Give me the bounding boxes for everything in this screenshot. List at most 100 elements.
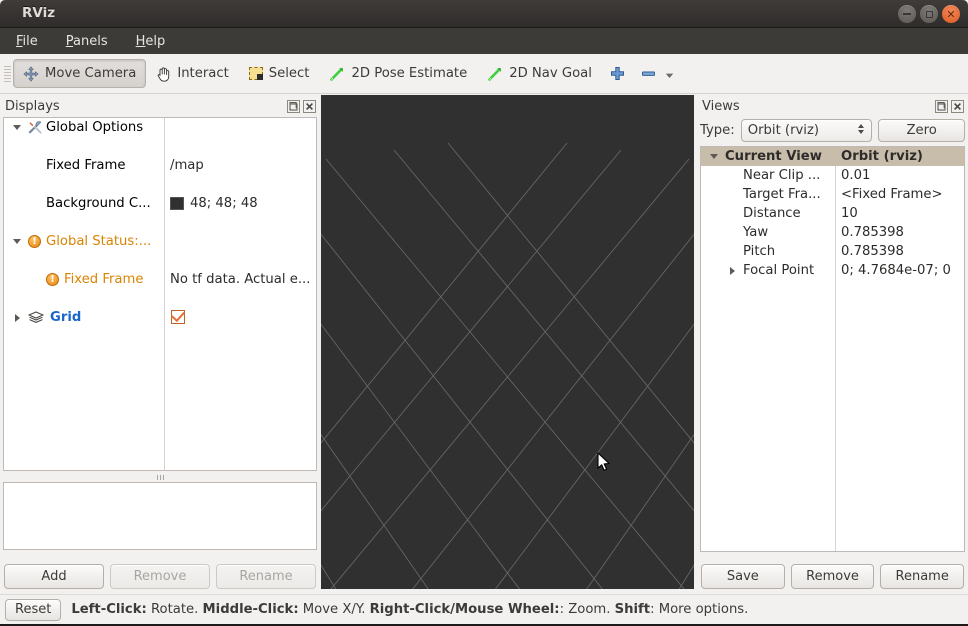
display-row-fixed-frame[interactable]: Fixed Frame /map — [4, 156, 316, 175]
save-view-button[interactable]: Save — [701, 564, 785, 589]
view-row-target-frame[interactable]: Target Fra... <Fixed Frame> — [701, 185, 964, 204]
close-button[interactable]: ✕ — [942, 5, 960, 23]
views-tree[interactable]: Current View Orbit (rviz) Near Clip ... … — [700, 146, 965, 552]
view-type-row: Type: Orbit (rviz) Zero — [700, 117, 965, 143]
views-close-icon[interactable] — [951, 100, 964, 113]
zero-view-button[interactable]: Zero — [878, 119, 965, 142]
displays-splitter-handle[interactable] — [3, 474, 317, 481]
maximize-button[interactable] — [920, 5, 938, 23]
status-bar: Reset Left-Click: Rotate. Middle-Click: … — [0, 594, 968, 624]
display-label-grid: Grid — [50, 310, 81, 325]
display-label-global-options: Global Options — [46, 120, 143, 135]
displays-close-icon[interactable] — [303, 100, 316, 113]
expander-down-icon[interactable] — [13, 125, 21, 130]
displays-panel-header: Displays — [0, 95, 320, 117]
rviz-window: RViz ✕ File Panels Help Move Camera — [0, 0, 968, 626]
tool-remove-tool[interactable] — [633, 59, 682, 88]
add-display-button[interactable]: Add — [4, 564, 104, 589]
display-label-background-color: Background C... — [46, 196, 151, 211]
expander-right-icon[interactable] — [730, 267, 735, 275]
display-value-fixed-frame[interactable]: /map — [170, 158, 204, 173]
view-row-distance[interactable]: Distance 10 — [701, 204, 964, 223]
views-panel-title: Views — [702, 99, 740, 114]
hint-key-left-click: Left-Click: — [71, 602, 146, 617]
hint-text-shift: : More options. — [650, 602, 748, 617]
tool-select-label: Select — [269, 66, 310, 81]
view-row-yaw[interactable]: Yaw 0.785398 — [701, 223, 964, 242]
minus-icon — [641, 66, 656, 81]
background-color-swatch[interactable] — [170, 197, 184, 210]
menu-panels[interactable]: Panels — [62, 32, 112, 51]
displays-description-pane — [3, 482, 317, 550]
view-type-combobox[interactable]: Orbit (rviz) — [741, 119, 873, 142]
view-label-near-clip: Near Clip ... — [743, 168, 820, 183]
view-value-distance[interactable]: 10 — [841, 206, 858, 221]
view-value-pitch[interactable]: 0.785398 — [841, 244, 904, 259]
display-label-fixed-frame: Fixed Frame — [46, 158, 125, 173]
view-row-focal-point[interactable]: Focal Point 0; 4.7684e-07; 0 — [701, 261, 964, 280]
menu-file[interactable]: File — [12, 32, 42, 51]
menu-help[interactable]: Help — [132, 32, 170, 51]
3d-render-viewport[interactable] — [321, 95, 694, 589]
minimize-button[interactable] — [898, 5, 916, 23]
status-hint-text: Left-Click: Rotate. Middle-Click: Move X… — [71, 602, 748, 617]
tools-icon — [28, 120, 43, 139]
toolbar-grip[interactable] — [4, 62, 11, 86]
select-rect-icon — [249, 67, 263, 80]
tool-2d-nav-goal[interactable]: 2D Nav Goal — [477, 59, 602, 88]
displays-float-icon[interactable] — [287, 100, 300, 113]
display-row-grid[interactable]: Grid — [4, 308, 316, 327]
displays-tree[interactable]: Global Options Fixed Frame /map Backgrou… — [3, 117, 317, 471]
rename-view-button[interactable]: Rename — [880, 564, 964, 589]
window-title: RViz — [22, 5, 55, 21]
expander-right-icon[interactable] — [15, 314, 20, 322]
grid-enabled-checkbox[interactable] — [171, 310, 185, 324]
chevron-down-icon[interactable] — [665, 69, 674, 78]
tool-move-camera[interactable]: Move Camera — [13, 59, 146, 88]
display-label-global-status: Global Status:... — [46, 234, 151, 249]
hint-key-shift: Shift — [615, 602, 650, 617]
tool-interact[interactable]: Interact — [146, 59, 238, 88]
tool-2d-nav-goal-label: 2D Nav Goal — [509, 66, 592, 81]
view-type-label: Type: — [700, 123, 735, 138]
display-row-global-status[interactable]: ! Global Status:... — [4, 232, 316, 251]
views-button-row: Save Remove Rename — [697, 560, 968, 592]
tool-add-tool[interactable] — [602, 59, 633, 88]
view-label-current-view: Current View — [725, 149, 822, 164]
displays-panel: Displays — [0, 95, 320, 550]
tool-select[interactable]: Select — [239, 59, 320, 88]
rename-display-button[interactable]: Rename — [216, 564, 316, 589]
view-row-current-view[interactable]: Current View Orbit (rviz) — [701, 147, 964, 166]
display-value-background-color[interactable]: 48; 48; 48 — [190, 196, 258, 211]
tool-2d-pose-estimate[interactable]: 2D Pose Estimate — [319, 59, 477, 88]
expander-down-icon[interactable] — [13, 239, 21, 244]
view-label-focal-point: Focal Point — [743, 263, 814, 278]
spinner-arrows-icon[interactable] — [858, 124, 864, 134]
main-toolbar: Move Camera Interact Select 2D Pos — [0, 54, 968, 94]
views-float-icon[interactable] — [935, 100, 948, 113]
view-value-near-clip[interactable]: 0.01 — [841, 168, 870, 183]
remove-view-button[interactable]: Remove — [791, 564, 875, 589]
view-value-focal-point[interactable]: 0; 4.7684e-07; 0 — [841, 263, 951, 278]
view-label-pitch: Pitch — [743, 244, 775, 259]
grid-render — [321, 95, 694, 589]
hint-key-middle-click: Middle-Click: — [203, 602, 299, 617]
view-type-value: Orbit (rviz) — [748, 123, 819, 138]
display-row-background-color[interactable]: Background C... 48; 48; 48 — [4, 194, 316, 213]
grid-layers-icon — [28, 311, 44, 328]
view-row-pitch[interactable]: Pitch 0.785398 — [701, 242, 964, 261]
display-row-status-fixed-frame[interactable]: ! Fixed Frame No tf data. Actual e... — [4, 270, 316, 289]
reset-button[interactable]: Reset — [5, 599, 61, 621]
remove-display-button[interactable]: Remove — [110, 564, 210, 589]
view-label-yaw: Yaw — [743, 225, 768, 240]
title-bar: RViz ✕ — [0, 0, 968, 28]
view-value-current-view: Orbit (rviz) — [841, 149, 923, 164]
expander-down-icon[interactable] — [710, 154, 718, 159]
view-value-target-frame[interactable]: <Fixed Frame> — [841, 187, 943, 202]
menu-bar: File Panels Help — [0, 28, 968, 54]
display-row-global-options[interactable]: Global Options — [4, 118, 316, 137]
pose-arrow-icon — [329, 66, 345, 82]
view-row-near-clip[interactable]: Near Clip ... 0.01 — [701, 166, 964, 185]
tool-2d-pose-estimate-label: 2D Pose Estimate — [351, 66, 467, 81]
view-value-yaw[interactable]: 0.785398 — [841, 225, 904, 240]
